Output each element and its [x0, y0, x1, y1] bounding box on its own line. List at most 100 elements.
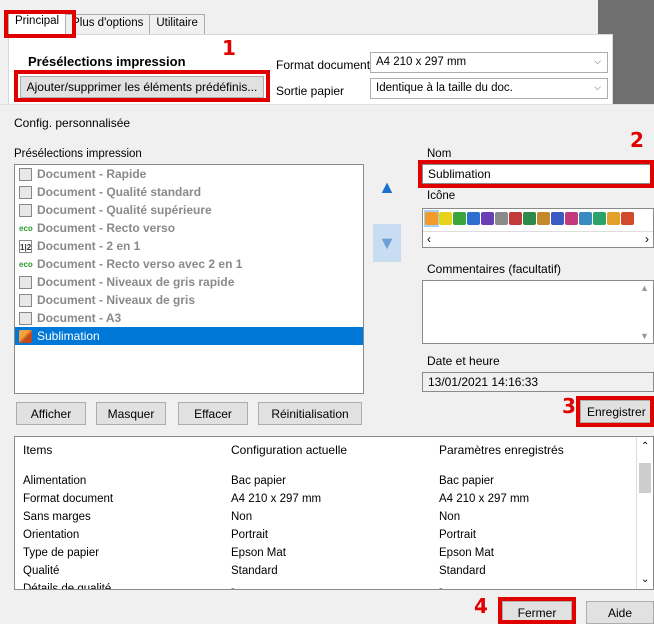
table-cell: Standard [231, 565, 278, 577]
preset-icon-option[interactable] [593, 212, 606, 225]
preset-icon-option[interactable] [523, 212, 536, 225]
preset-icon-option[interactable] [439, 212, 452, 225]
comments-textarea[interactable]: ▲ ▼ [422, 280, 654, 344]
preset-label: Document - Qualité supérieure [37, 203, 212, 217]
output-select[interactable]: Identique à la taille du doc. ⌵ [370, 78, 608, 99]
chevron-down-icon[interactable]: ⌄ [641, 574, 649, 585]
table-scrollbar[interactable]: ⌃ ⌄ [636, 437, 653, 589]
icon-picker[interactable]: ‹ › [422, 208, 654, 248]
table-row: Orientation Portrait Portrait [15, 527, 637, 545]
document-icon [19, 311, 32, 325]
table-row: Qualité Standard Standard [15, 563, 637, 581]
tab-plus-options[interactable]: Plus d'options [65, 14, 151, 34]
triangle-down-icon: ▼ [378, 232, 396, 253]
comments-scrollbar[interactable]: ▲ ▼ [637, 281, 653, 343]
table-cell: Type de papier [23, 547, 100, 559]
show-button[interactable]: Afficher [16, 402, 86, 425]
delete-button[interactable]: Effacer [178, 402, 248, 425]
column-header: Paramètres enregistrés [439, 443, 564, 457]
settings-table: Items Configuration actuelle Paramètres … [14, 436, 654, 590]
preset-icon-option[interactable] [481, 212, 494, 225]
preset-icon-option[interactable] [495, 212, 508, 225]
preset-icon-option[interactable] [579, 212, 592, 225]
table-row: Format document A4 210 x 297 mm A4 210 x 2… [15, 491, 637, 509]
comments-label: Commentaires (facultatif) [427, 262, 562, 276]
chevron-up-icon[interactable]: ▲ [640, 283, 649, 293]
preset-label: Document - Recto verso avec 2 en 1 [37, 257, 243, 271]
preset-icon-option[interactable] [453, 212, 466, 225]
step-number: 3 [562, 394, 576, 418]
preset-item[interactable]: 1|2 Document - 2 en 1 [15, 237, 363, 255]
format-label: Format document [276, 58, 371, 72]
step-number: 1 [222, 36, 236, 60]
chevron-down-icon[interactable]: ▼ [640, 331, 649, 341]
two-in-one-icon: 1|2 [19, 239, 32, 253]
table-cell: - [439, 583, 443, 590]
step-number: 2 [630, 128, 644, 152]
pencil-icon [19, 329, 32, 343]
eco-icon: eco [19, 223, 33, 233]
preset-item[interactable]: Document - Qualité supérieure [15, 201, 363, 219]
document-icon [19, 167, 32, 181]
preset-icon-option[interactable] [551, 212, 564, 225]
format-select[interactable]: A4 210 x 297 mm ⌵ [370, 52, 608, 73]
chevron-up-icon[interactable]: ⌃ [641, 441, 649, 452]
table-row: Alimentation Bac papier Bac papier [15, 473, 637, 491]
preset-icon-option[interactable] [607, 212, 620, 225]
preset-item[interactable]: Sublimation [15, 327, 363, 345]
preset-label: Document - 2 en 1 [37, 239, 141, 253]
preset-icon-option[interactable] [537, 212, 550, 225]
save-button[interactable]: Enregistrer [580, 400, 654, 423]
chevron-left-icon[interactable]: ‹ [427, 232, 431, 246]
column-header: Configuration actuelle [231, 443, 348, 457]
preset-icon-option[interactable] [509, 212, 522, 225]
table-row: Sans marges Non Non [15, 509, 637, 527]
preset-label: Document - Niveaux de gris [37, 293, 196, 307]
preset-item[interactable]: Document - Rapide [15, 165, 363, 183]
preset-icon-option[interactable] [425, 212, 438, 225]
tab-principal[interactable]: Principal [8, 12, 67, 34]
preset-item[interactable]: Document - Niveaux de gris rapide [15, 273, 363, 291]
output-value: Identique à la taille du doc. [376, 82, 513, 94]
table-cell: Sans marges [23, 511, 91, 523]
chevron-right-icon[interactable]: › [645, 232, 649, 246]
preset-label: Sublimation [37, 329, 100, 343]
table-cell: Non [231, 511, 253, 523]
date-label: Date et heure [427, 354, 500, 368]
move-down-button[interactable]: ▼ [373, 224, 401, 262]
reset-button[interactable]: Réinitialisation [258, 402, 362, 425]
add-remove-presets-button[interactable]: Ajouter/supprimer les éléments prédéfini… [20, 76, 264, 98]
name-label: Nom [427, 148, 452, 160]
table-row: Détails de qualité - - [15, 581, 637, 590]
hide-button[interactable]: Masquer [96, 402, 166, 425]
preset-item[interactable]: eco Document - Recto verso [15, 219, 363, 237]
preset-label: Document - A3 [37, 311, 122, 325]
help-button[interactable]: Aide [586, 601, 654, 624]
column-header: Items [23, 443, 53, 457]
preset-icon-option[interactable] [621, 212, 634, 225]
preset-label: Document - Recto verso [37, 221, 176, 235]
close-button[interactable]: Fermer [502, 601, 572, 624]
name-input[interactable]: Sublimation [422, 164, 654, 184]
preset-icon-option[interactable] [467, 212, 480, 225]
preset-item[interactable]: Document - Qualité standard [15, 183, 363, 201]
preset-item[interactable]: Document - Niveaux de gris [15, 291, 363, 309]
table-cell: Epson Mat [231, 547, 286, 559]
tab-utilitaire[interactable]: Utilitaire [149, 14, 205, 34]
output-label: Sortie papier [276, 84, 345, 98]
table-cell: - [231, 583, 235, 590]
chevron-down-icon: ⌵ [594, 82, 601, 92]
document-icon [19, 293, 32, 307]
preset-item[interactable]: Document - A3 [15, 309, 363, 327]
triangle-up-icon: ▲ [378, 176, 396, 197]
icon-scrollbar[interactable]: ‹ › [423, 231, 653, 247]
preset-list[interactable]: Document - Rapide Document - Qualité stan… [14, 164, 364, 394]
table-cell: Bac papier [439, 475, 494, 487]
preset-item[interactable]: eco Document - Recto verso avec 2 en 1 [15, 255, 363, 273]
table-cell: A4 210 x 297 mm [231, 493, 322, 505]
move-up-button[interactable]: ▲ [373, 168, 401, 206]
preset-icon-option[interactable] [565, 212, 578, 225]
preset-label: Document - Niveaux de gris rapide [37, 275, 235, 289]
preset-list-label: Présélections impression [14, 148, 142, 160]
scrollbar-thumb[interactable] [639, 463, 651, 493]
